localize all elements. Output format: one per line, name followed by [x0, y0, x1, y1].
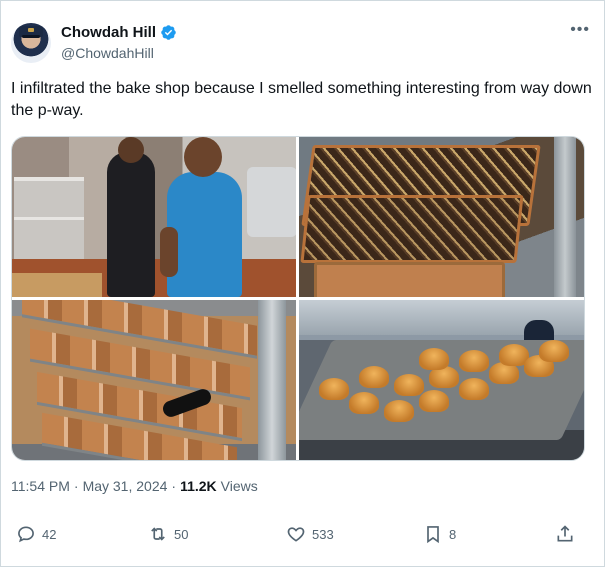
cardboard-box — [12, 273, 102, 297]
muffin — [459, 350, 489, 372]
author-name-row: Chowdah Hill — [61, 22, 177, 42]
metal-rack — [554, 137, 576, 297]
muffin — [419, 390, 449, 412]
bookmark-count: 8 — [449, 526, 457, 542]
tweet-meta: 11:54 PM · May 31, 2024 · 11.2K Views — [11, 478, 258, 494]
bookmark-icon — [427, 526, 439, 544]
metal-rack — [258, 300, 286, 460]
reply-count: 42 — [42, 526, 57, 542]
baker-2-body — [167, 172, 242, 297]
reply-button[interactable]: 42 — [16, 524, 56, 544]
repost-button[interactable]: 50 — [148, 524, 188, 544]
author-handle[interactable]: @ChowdahHill — [61, 45, 154, 61]
meta-separator: · — [171, 478, 177, 494]
bookmark-button[interactable]: 8 — [423, 524, 456, 544]
media-grid — [11, 136, 585, 461]
muffin — [394, 374, 424, 396]
baklava-tray-middle — [300, 195, 524, 263]
repost-icon — [151, 527, 165, 541]
muffin — [539, 340, 569, 362]
avatar-cap-visor — [22, 35, 40, 38]
muffin — [319, 378, 349, 400]
muffin — [384, 400, 414, 422]
baker-1-body — [107, 152, 155, 297]
muffin — [459, 378, 489, 400]
avatar[interactable] — [11, 23, 51, 63]
share-icon — [557, 525, 573, 542]
reply-icon — [18, 526, 34, 543]
tweet-text: I infiltrated the bake shop because I sm… — [11, 80, 592, 119]
kitchen-shelf-bar — [14, 217, 84, 220]
tweet-actions: 42 50 533 8 — [11, 524, 581, 550]
muffin — [359, 366, 389, 388]
photo-baklava-trays[interactable] — [299, 137, 584, 297]
tweet-card: Chowdah Hill @ChowdahHill ••• I infiltra… — [0, 0, 605, 567]
heart-icon — [287, 527, 305, 542]
baker-2-head — [184, 137, 222, 177]
author-name[interactable]: Chowdah Hill — [61, 24, 156, 41]
photo-cinnamon-rolls-rack[interactable] — [12, 300, 296, 460]
stand-mixer — [247, 167, 296, 237]
pastry-tray-bottom — [314, 262, 505, 297]
muffin — [419, 348, 449, 370]
like-button[interactable]: 533 — [286, 524, 334, 544]
photo-muffins-tray[interactable] — [299, 300, 584, 460]
baker-1-head — [118, 137, 144, 163]
views-label: Views — [220, 478, 258, 494]
tweet-header: Chowdah Hill @ChowdahHill ••• — [11, 15, 596, 65]
repost-count: 50 — [174, 526, 189, 542]
photo-bakers[interactable] — [12, 137, 296, 297]
avatar-cap-badge — [28, 28, 34, 32]
baker-2-arm — [160, 227, 178, 277]
more-options-icon[interactable]: ••• — [570, 21, 590, 39]
share-button[interactable] — [555, 524, 575, 544]
muffin — [349, 392, 379, 414]
like-count: 533 — [312, 526, 334, 542]
verified-badge-icon — [161, 24, 176, 40]
tweet-time[interactable]: 11:54 PM — [11, 478, 70, 494]
views-count: 11.2K — [180, 478, 217, 494]
tweet-date[interactable]: May 31, 2024 — [83, 478, 168, 494]
meta-separator: · — [73, 478, 79, 494]
